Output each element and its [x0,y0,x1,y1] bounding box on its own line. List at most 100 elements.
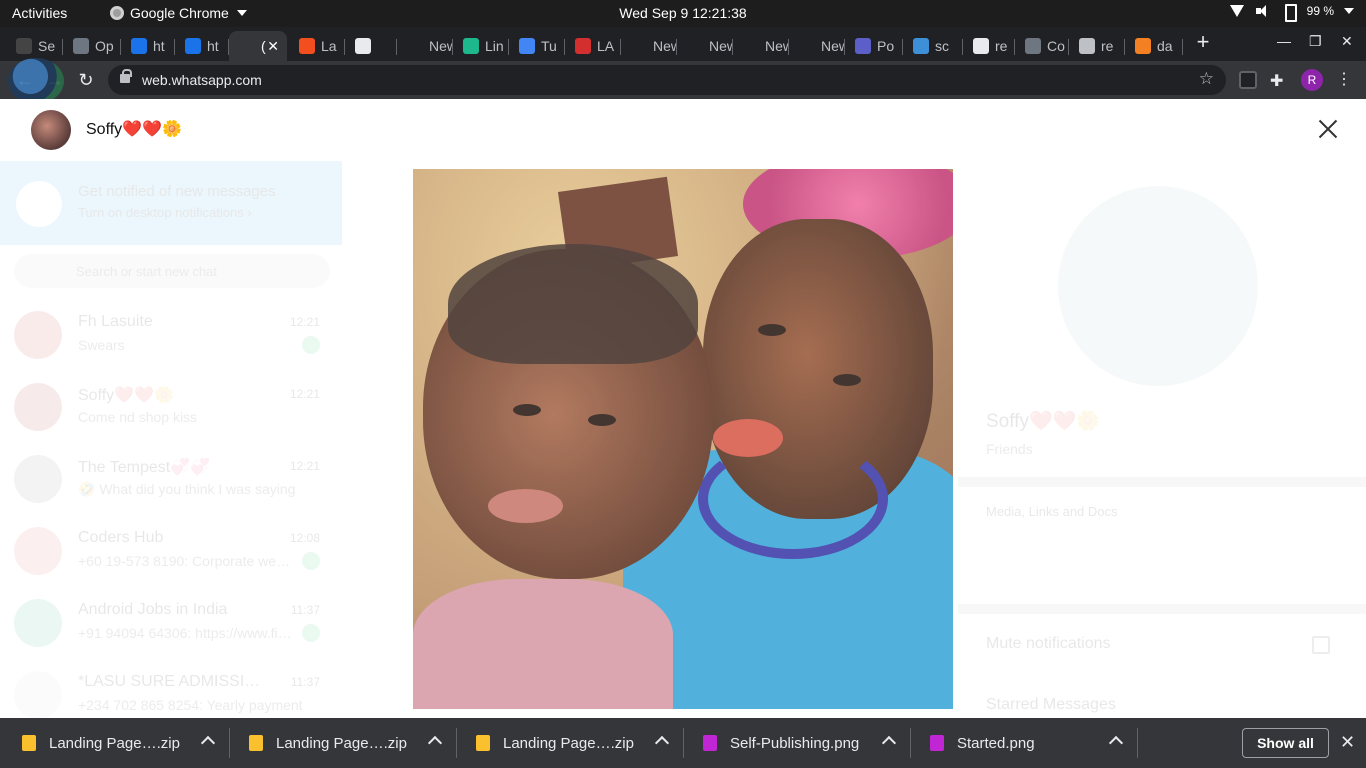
url-text[interactable]: web.whatsapp.com [142,72,262,88]
browser-tab[interactable]: Tu [509,31,565,61]
avatar[interactable] [31,110,71,150]
chevron-up-icon[interactable] [200,735,216,751]
app-menu[interactable]: Google Chrome [110,5,247,21]
address-bar[interactable]: web.whatsapp.com ☆ [108,65,1226,95]
download-item[interactable]: Started.png [908,718,1138,768]
tab-favicon-icon [407,38,423,54]
chat-list-item: Android Jobs in India 11:37 +91 94094 6430… [0,587,342,659]
divider [958,604,1366,614]
tab-favicon-icon [743,38,759,54]
wifi-icon [1229,4,1245,18]
chat-time: 12:21 [289,387,320,401]
browser-tab[interactable]: New T [733,31,789,61]
tab-favicon-icon [913,38,929,54]
chevron-down-icon [236,10,247,16]
minimize-button[interactable]: — [1277,33,1291,49]
close-icon[interactable] [1316,117,1340,141]
chat-name: Fh Lasuite [78,313,153,330]
tab-title: ( [261,38,266,54]
bookmark-star-icon[interactable]: ☆ [1199,69,1214,89]
clock[interactable]: Wed Sep 9 12:21:38 [619,5,746,21]
chat-list-item: Coders Hub 12:08 +60 19-573 8190: Corporat… [0,515,342,587]
divider [958,477,1366,487]
browser-tab[interactable]: Op [63,31,121,61]
browser-tab[interactable]: Co [1015,31,1069,61]
browser-tab[interactable]: Se [6,31,63,61]
new-tab-button[interactable]: + [1192,31,1214,54]
download-item[interactable]: Landing Page….zip [454,718,684,768]
chevron-up-icon[interactable] [1108,735,1124,751]
browser-tab[interactable]: LA [565,31,621,61]
browser-tab[interactable]: La [289,31,345,61]
chat-list-item: *LASU SURE ADMISSI… 11:37 +234 702 865 825… [0,659,342,718]
whatsapp-page: Get notified of new messages Turn on des… [0,99,1366,718]
tab-title: Po [877,38,895,54]
tab-favicon-icon [799,38,815,54]
avatar [14,455,62,503]
browser-tab[interactable]: sc [903,31,963,61]
browser-tab[interactable]: (✕ [229,31,287,61]
download-item[interactable]: Self-Publishing.png [681,718,911,768]
tab-title: sc [935,38,949,54]
browser-tab[interactable]: ht [175,31,229,61]
chat-preview: +60 19-573 8190: Corporate we… [78,553,291,569]
browser-tab[interactable]: ht [121,31,175,61]
maximize-button[interactable]: ❐ [1309,33,1322,50]
chevron-up-icon[interactable] [427,735,443,751]
mute-checkbox [1312,636,1330,654]
bell-icon [16,181,62,227]
battery-percent: 99 % [1306,4,1334,18]
menu-icon[interactable]: ⋮ [1336,69,1352,91]
tab-favicon-icon [131,38,147,54]
close-window-button[interactable]: ✕ [1341,33,1353,50]
file-icon [249,735,263,751]
reload-button[interactable]: ↻ [73,67,99,93]
browser-tab[interactable]: New T [621,31,677,61]
notification-title: Get notified of new messages [78,183,276,200]
chrome-icon [110,6,124,20]
file-icon [476,735,490,751]
starred-messages: Starred Messages [986,696,1116,713]
browser-tab[interactable]: Lin [453,31,509,61]
download-bar: Show all ✕ Landing Page….zip Landing Page… [0,718,1366,768]
browser-tab[interactable]: Po [845,31,903,61]
browser-tab[interactable]: New T [677,31,733,61]
chat-time: 12:08 [289,531,320,545]
tab-favicon-icon [631,38,647,54]
close-icon[interactable]: ✕ [1340,732,1355,753]
tab-favicon-icon [299,38,315,54]
search-placeholder: Search or start new chat [76,264,217,279]
app-name: Google Chrome [130,5,229,21]
profile-photo-large [413,169,953,709]
chevron-up-icon[interactable] [881,735,897,751]
chat-list-item: The Tempest💞💞 12:21 🤣 What did you think I… [0,443,342,515]
chevron-up-icon[interactable] [654,735,670,751]
tab-favicon-icon [1079,38,1095,54]
browser-tab[interactable]: da [1125,31,1183,61]
system-menu[interactable]: 99 % [1229,4,1354,22]
puzzle-icon[interactable]: ✚ [1270,71,1288,90]
download-filename: Landing Page….zip [276,734,407,752]
avatar [14,311,62,359]
browser-tab[interactable]: New T [397,31,453,61]
browser-tab[interactable]: New T [789,31,845,61]
download-item[interactable]: Landing Page….zip [227,718,457,768]
tab-title: Tu [541,38,557,54]
extension-cube-icon[interactable] [1239,71,1257,89]
tab-title: New T [709,38,733,54]
download-item[interactable]: Landing Page….zip [0,718,230,768]
browser-tab[interactable]: re [1069,31,1125,61]
browser-tab[interactable] [345,31,397,61]
contact-name[interactable]: Soffy❤️❤️🌼 [86,119,182,139]
show-all-button[interactable]: Show all [1242,728,1329,758]
close-tab-icon[interactable]: ✕ [267,38,279,55]
browser-tab[interactable]: re [963,31,1015,61]
profile-name: Soffy❤️❤️🌼 [986,411,1100,432]
chat-time: 11:37 [290,603,320,617]
activities-button[interactable]: Activities [12,5,67,21]
profile-avatar[interactable]: R [1301,69,1323,91]
tab-title: La [321,38,337,54]
chat-preview: +91 94094 64306: https://www.fi… [78,625,292,641]
avatar [14,671,62,718]
tab-favicon-icon [1025,38,1041,54]
